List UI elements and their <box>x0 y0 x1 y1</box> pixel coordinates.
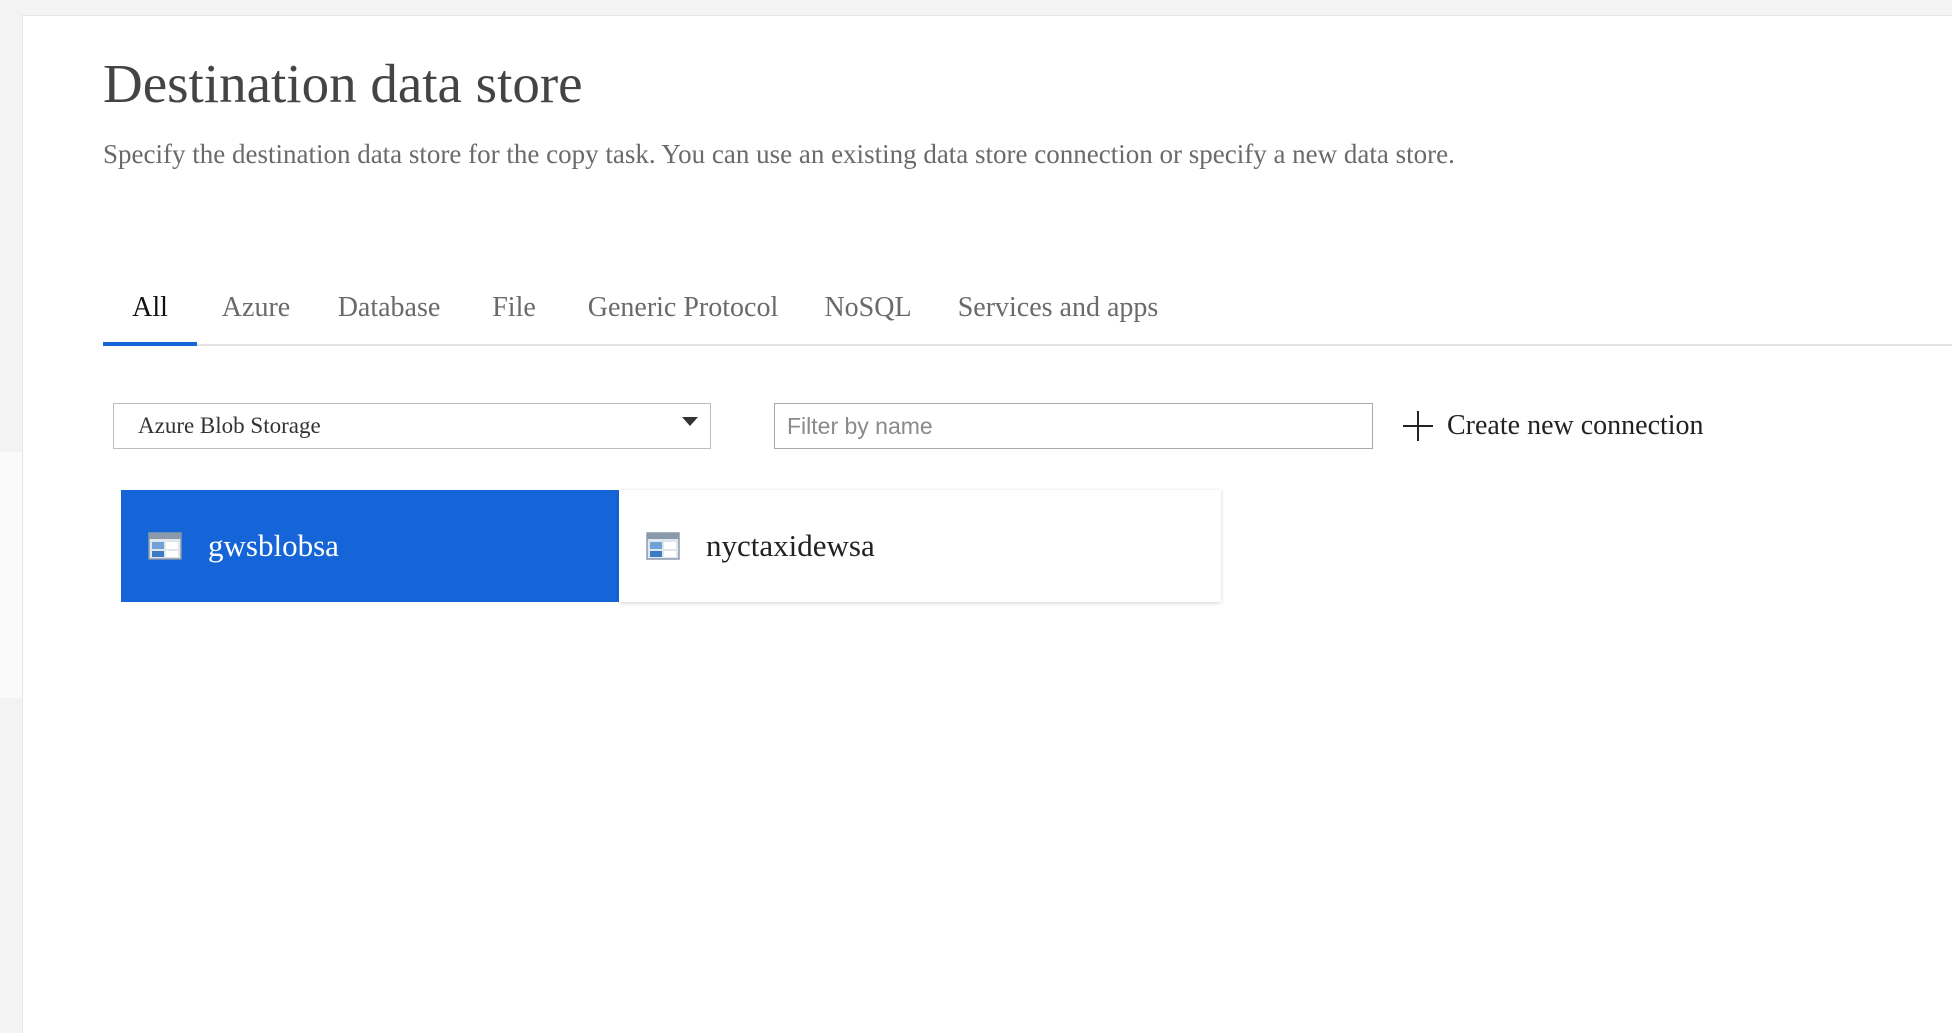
tab-generic-protocol[interactable]: Generic Protocol <box>565 272 801 344</box>
category-tabs: All Azure Database File Generic Protocol… <box>103 272 1952 346</box>
tab-all[interactable]: All <box>103 272 197 346</box>
connection-card-nyctaxidewsa[interactable]: nyctaxidewsa <box>619 490 1221 602</box>
storage-icon <box>646 532 680 560</box>
wizard-panel: Destination data store Specify the desti… <box>22 15 1952 1033</box>
storage-icon <box>148 532 182 560</box>
tab-file[interactable]: File <box>463 272 565 344</box>
create-new-connection-button[interactable]: Create new connection <box>1403 402 1704 450</box>
store-type-selected: Azure Blob Storage <box>138 413 321 438</box>
left-strip-highlight <box>0 452 22 698</box>
page-description: Specify the destination data store for t… <box>103 139 1455 169</box>
connection-name: nyctaxidewsa <box>706 528 875 563</box>
create-new-connection-label: Create new connection <box>1447 410 1704 441</box>
tab-database[interactable]: Database <box>315 272 463 344</box>
tab-nosql[interactable]: NoSQL <box>801 272 935 344</box>
chevron-down-icon <box>682 417 698 426</box>
tab-services-and-apps[interactable]: Services and apps <box>935 272 1181 344</box>
connection-name: gwsblobsa <box>208 528 339 563</box>
filter-by-name-input[interactable] <box>774 403 1373 449</box>
store-type-dropdown[interactable]: Azure Blob Storage <box>113 403 711 449</box>
page-title: Destination data store <box>103 53 583 114</box>
tab-azure[interactable]: Azure <box>197 272 315 344</box>
plus-icon <box>1403 411 1433 441</box>
left-strip <box>0 0 22 1032</box>
